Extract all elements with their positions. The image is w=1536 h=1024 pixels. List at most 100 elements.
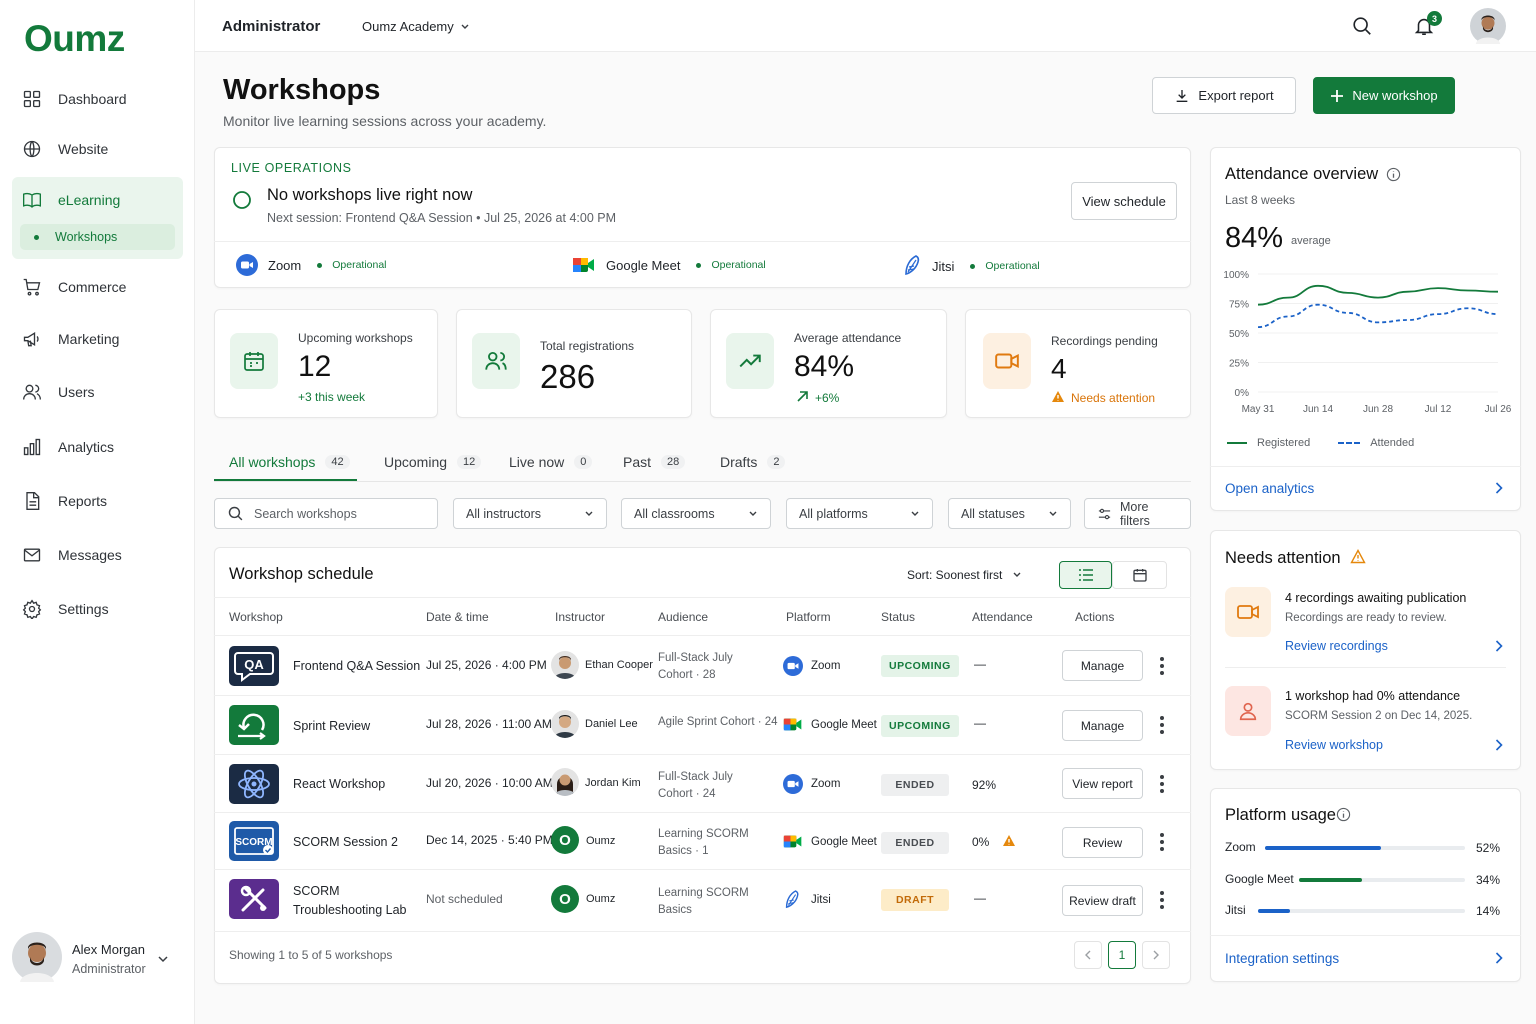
new-workshop-button[interactable]: New workshop [1313, 77, 1455, 114]
list-view-toggle[interactable] [1059, 561, 1112, 589]
sidebar-item-marketing[interactable]: Marketing [22, 322, 182, 356]
status-badge: UPCOMING [881, 655, 959, 677]
review-recordings-link[interactable]: Review recordings [1285, 639, 1388, 653]
search-icon[interactable] [1351, 15, 1373, 37]
video-icon [1225, 587, 1271, 637]
workshop-name[interactable]: SCORM Troubleshooting Lab [293, 882, 407, 920]
chevron-right-icon [1153, 950, 1159, 960]
calendar-view-toggle[interactable] [1112, 561, 1167, 589]
brand-logo[interactable]: Oumz [24, 18, 125, 60]
manage-button[interactable]: Manage [1062, 650, 1143, 681]
export-report-label: Export report [1198, 88, 1274, 103]
view-report-button[interactable]: View report [1062, 768, 1143, 799]
workshop-name[interactable]: SCORM Session 2 [293, 835, 398, 849]
review-button[interactable]: Review [1062, 827, 1143, 858]
user-avatar[interactable] [12, 932, 62, 982]
search-placeholder: Search workshops [254, 506, 357, 521]
instructor-avatar: O [551, 885, 579, 913]
stat-label: Recordings pending [1051, 334, 1158, 348]
chevron-right-icon[interactable] [1494, 482, 1503, 494]
sort-select[interactable]: Sort: Soonest first [907, 568, 1022, 582]
chevron-right-icon[interactable] [1494, 739, 1503, 751]
workshop-name[interactable]: Frontend Q&A Session [293, 659, 420, 673]
more-actions-icon[interactable] [1160, 833, 1164, 851]
sidebar-item-commerce[interactable]: Commerce [22, 270, 182, 304]
sidebar-item-users[interactable]: Users [22, 375, 182, 409]
sidebar-item-label: Analytics [58, 439, 115, 455]
stat-note: +3 this week [298, 390, 366, 404]
statuses-select[interactable]: All statuses [948, 498, 1071, 529]
stat-label: Average attendance [794, 331, 902, 345]
info-icon[interactable] [1336, 807, 1351, 822]
sidebar-item-elearning[interactable]: eLearning [22, 183, 182, 217]
chevron-down-icon[interactable] [157, 953, 169, 965]
academy-switcher[interactable]: Oumz Academy [362, 19, 470, 34]
sidebar-item-dashboard[interactable]: Dashboard [22, 82, 182, 116]
sidebar-subitem-workshops[interactable]: Workshops [20, 224, 175, 250]
more-actions-icon[interactable] [1160, 716, 1164, 734]
audience-line: Agile Sprint Cohort · 24 [658, 716, 778, 728]
topbar-role: Administrator [222, 18, 321, 35]
stat-value: 4 [1051, 353, 1067, 384]
audience: Learning SCORM Basics · 1 [658, 826, 749, 860]
chevron-down-icon [749, 511, 757, 516]
y-tick-label: 75% [1229, 300, 1249, 311]
tab-past[interactable]: Past 28 [623, 452, 686, 472]
info-icon[interactable] [1386, 167, 1401, 182]
sidebar-item-messages[interactable]: Messages [22, 538, 182, 572]
file-icon [26, 492, 40, 510]
platforms-select[interactable]: All platforms [786, 498, 933, 529]
review-draft-button[interactable]: Review draft [1062, 885, 1143, 916]
prev-page-button[interactable] [1074, 941, 1102, 969]
usage-bar-fill [1265, 846, 1381, 850]
sidebar-item-website[interactable]: Website [22, 132, 182, 166]
next-page-button[interactable] [1142, 941, 1170, 969]
more-actions-icon[interactable] [1160, 891, 1164, 909]
tab-label: All workshops [229, 454, 316, 470]
instructor-name: Oumz [586, 835, 616, 847]
attendance-title: Attendance overview [1225, 165, 1379, 183]
calendar-icon [230, 333, 278, 389]
workshop-name[interactable]: React Workshop [293, 777, 385, 791]
pagination-summary: Showing 1 to 5 of 5 workshops [229, 948, 393, 962]
export-report-button[interactable]: Export report [1152, 77, 1296, 114]
instructor-name: Oumz [586, 893, 616, 905]
workshop-name[interactable]: Sprint Review [293, 719, 370, 733]
more-filters-button[interactable]: More filters [1084, 498, 1191, 529]
open-analytics-link[interactable]: Open analytics [1225, 481, 1314, 496]
stat-label: Upcoming workshops [298, 331, 413, 345]
integration-settings-link[interactable]: Integration settings [1225, 951, 1339, 966]
page-button-1[interactable]: 1 [1108, 941, 1136, 969]
tab-upcoming[interactable]: Upcoming 12 [384, 452, 482, 472]
chevron-right-icon[interactable] [1494, 952, 1503, 964]
tab-drafts[interactable]: Drafts 2 [720, 452, 786, 472]
divider [1210, 466, 1521, 467]
sidebar-item-reports[interactable]: Reports [22, 484, 182, 518]
sidebar-item-analytics[interactable]: Analytics [22, 430, 182, 464]
review-workshop-link[interactable]: Review workshop [1285, 738, 1383, 752]
more-actions-icon[interactable] [1160, 657, 1164, 675]
chevron-right-icon[interactable] [1494, 640, 1503, 652]
profile-avatar[interactable] [1470, 8, 1506, 44]
action-label: Manage [1080, 658, 1125, 673]
tab-live-now[interactable]: Live now 0 [509, 452, 593, 472]
tab-count: 2 [767, 455, 786, 469]
academy-name: Oumz Academy [362, 19, 454, 34]
users-icon [472, 333, 520, 389]
view-schedule-button[interactable]: View schedule [1071, 182, 1177, 220]
attention-item-title: 4 recordings awaiting publication [1285, 591, 1467, 605]
more-actions-icon[interactable] [1160, 775, 1164, 793]
instructor-avatar [551, 710, 579, 738]
y-tick-label: 100% [1223, 270, 1249, 281]
classrooms-select[interactable]: All classrooms [621, 498, 771, 529]
divider [1225, 667, 1506, 668]
manage-button[interactable]: Manage [1062, 710, 1143, 741]
y-tick-label: 0% [1235, 388, 1250, 399]
sidebar-item-settings[interactable]: Settings [22, 592, 182, 626]
audience: Full-Stack July Cohort · 28 [658, 650, 733, 684]
platform-name: Jitsi [932, 258, 955, 274]
search-input[interactable]: Search workshops [214, 498, 438, 529]
chart-legend: Registered Attended [1227, 437, 1414, 449]
instructors-select[interactable]: All instructors [453, 498, 607, 529]
tab-all-workshops[interactable]: All workshops 42 [229, 452, 350, 472]
